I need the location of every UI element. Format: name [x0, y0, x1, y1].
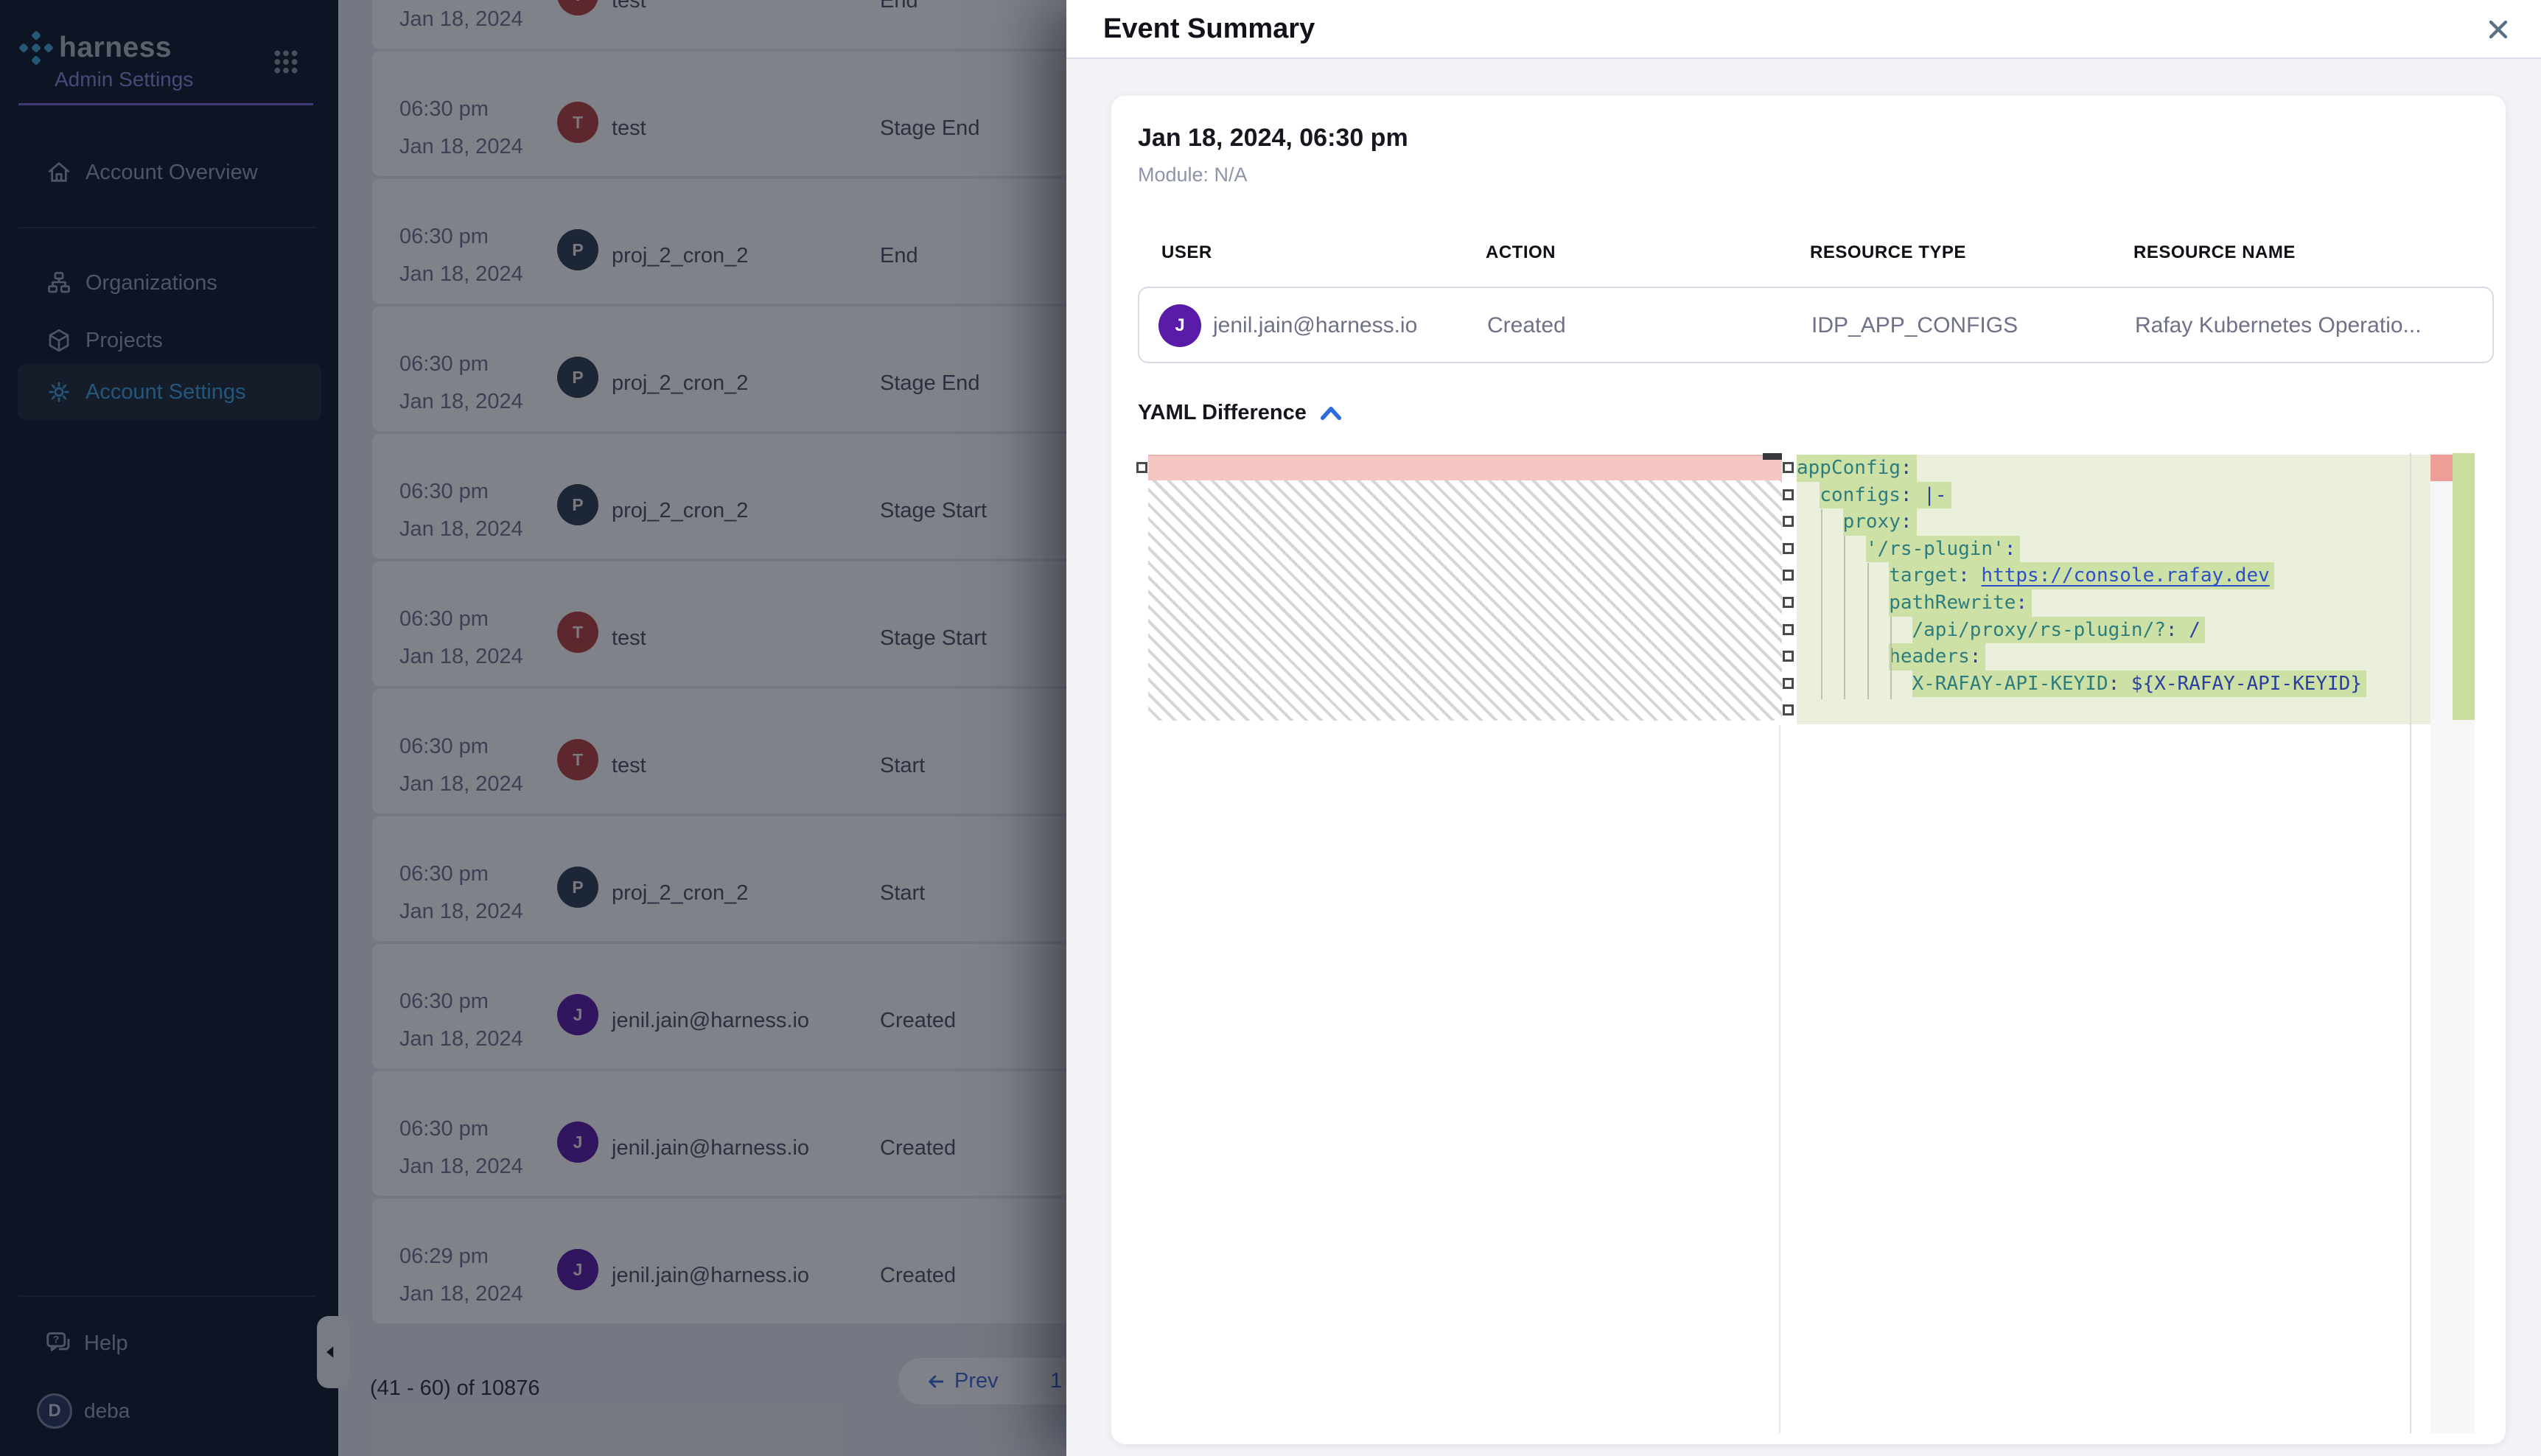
diff-empty-region-hatch: [1148, 480, 1782, 721]
diff-added-text: configs: |-: [1820, 482, 1951, 509]
diff-code-line: /api/proxy/rs-plugin/?: /: [1797, 617, 2430, 644]
diff-added-text: /api/proxy/rs-plugin/?: /: [1912, 617, 2205, 644]
diff-code-line: pathRewrite:: [1797, 589, 2430, 617]
event-resource-type: IDP_APP_CONFIGS: [1811, 313, 2018, 338]
event-timestamp: Jan 18, 2024, 06:30 pm: [1138, 124, 1408, 153]
diff-added-text: appConfig:: [1797, 455, 1917, 482]
chevron-up-icon: [1320, 406, 1342, 421]
diff-added-text: pathRewrite:: [1889, 589, 2032, 617]
event-user-email: jenil.jain@harness.io: [1213, 313, 1417, 338]
yaml-difference-label: YAML Difference: [1138, 401, 1307, 425]
col-action: ACTION: [1486, 242, 1556, 263]
modal-title: Event Summary: [1103, 13, 1315, 45]
close-icon[interactable]: [2484, 15, 2513, 44]
col-user: USER: [1161, 242, 1212, 263]
diff-glyph-square: [1783, 570, 1794, 581]
diff-added-text: '/rs-plugin':: [1866, 536, 2021, 563]
diff-glyph-square: [1783, 462, 1794, 473]
diff-added-text: headers:: [1889, 643, 1985, 671]
diff-glyph-square: [1783, 624, 1794, 635]
diff-glyph-square: [1783, 543, 1794, 554]
diff-code-line: '/rs-plugin':: [1797, 536, 2430, 563]
event-action: Created: [1487, 313, 1566, 338]
diff-deleted-line: [1148, 455, 1782, 480]
diff-glyph-square: [1783, 704, 1794, 715]
diff-code-line: target: https://console.rafay.dev: [1797, 562, 2430, 589]
ruler-deleted-marker: [2430, 455, 2453, 481]
diff-left-track-line: [1779, 725, 1780, 1433]
event-summary-card: Jan 18, 2024, 06:30 pm Module: N/A USER …: [1111, 96, 2506, 1444]
event-resource-name: Rafay Kubernetes Operatio...: [2135, 313, 2422, 338]
diff-glyph-square: [1136, 462, 1147, 473]
harness-audit-trail-screen: harness Admin Settings Account OverviewO…: [0, 0, 2541, 1456]
diff-added-text: target: https://console.rafay.dev: [1889, 562, 2274, 589]
indent-guide: [1867, 563, 1869, 699]
diff-modified-pane: appConfig:configs: |-proxy:'/rs-plugin':…: [1797, 453, 2430, 725]
diff-glyph-square: [1783, 597, 1794, 608]
diff-code-line: [1797, 697, 2430, 724]
col-resource-type: RESOURCE TYPE: [1810, 242, 1966, 263]
indent-guide: [1821, 509, 1822, 699]
event-module: Module: N/A: [1138, 164, 1248, 186]
modal-header: Event Summary: [1066, 0, 2541, 59]
yaml-difference-toggle[interactable]: YAML Difference: [1138, 401, 1342, 425]
event-table-row: J jenil.jain@harness.io Created IDP_APP_…: [1138, 287, 2494, 363]
diff-glyph-square: [1783, 651, 1794, 662]
yaml-diff-editor: appConfig:configs: |-proxy:'/rs-plugin':…: [1133, 453, 2480, 1433]
diff-scrollbar-thumb[interactable]: [1763, 453, 1782, 460]
diff-glyph-square: [1783, 489, 1794, 500]
modal-backdrop[interactable]: [0, 0, 1066, 1456]
event-user-avatar: J: [1158, 304, 1201, 347]
indent-guide: [1890, 617, 1892, 699]
col-resource-name: RESOURCE NAME: [2133, 242, 2296, 263]
indent-guide: [1844, 536, 1845, 699]
ruler-added-marker: [2453, 453, 2475, 720]
diff-glyph-square: [1783, 678, 1794, 689]
diff-original-pane: [1148, 453, 1782, 721]
diff-code-line: headers:: [1797, 643, 2430, 671]
event-summary-modal: Event Summary Jan 18, 2024, 06:30 pm Mod…: [1066, 0, 2541, 1456]
diff-code-line: X-RAFAY-API-KEYID: ${X-RAFAY-API-KEYID}: [1797, 671, 2430, 698]
diff-code-line: appConfig:: [1797, 455, 2430, 482]
diff-content-edge-line: [2410, 453, 2411, 1433]
diff-code-line: configs: |-: [1797, 482, 2430, 509]
diff-added-text: proxy:: [1843, 508, 1917, 536]
diff-code-line: proxy:: [1797, 508, 2430, 536]
diff-added-text: X-RAFAY-API-KEYID: ${X-RAFAY-API-KEYID}: [1912, 671, 2367, 698]
diff-glyph-square: [1783, 516, 1794, 527]
